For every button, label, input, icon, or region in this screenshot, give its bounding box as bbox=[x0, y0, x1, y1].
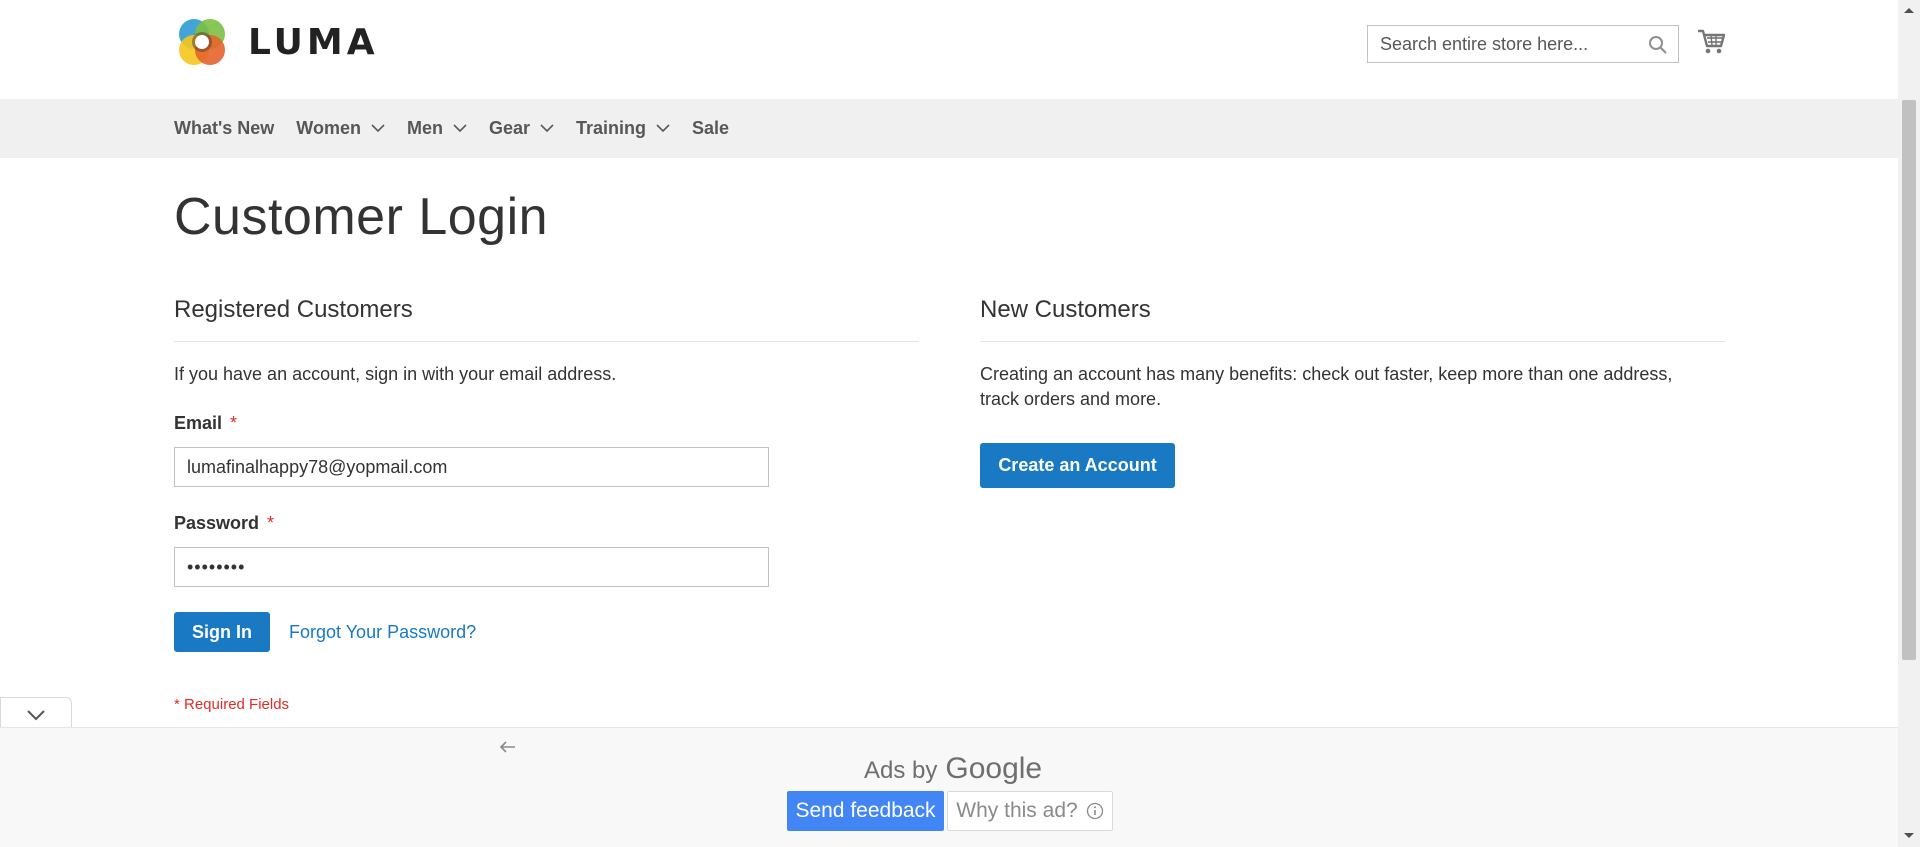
sign-in-button[interactable]: Sign In bbox=[174, 612, 270, 652]
nav-item-label: Women bbox=[296, 118, 361, 138]
nav-item-label: Sale bbox=[692, 118, 730, 138]
create-account-button[interactable]: Create an Account bbox=[980, 443, 1175, 488]
nav-item-label: Gear bbox=[488, 118, 530, 138]
ads-by-text: Ads by bbox=[864, 757, 938, 784]
chevron-down-icon bbox=[27, 710, 45, 721]
cart-icon[interactable] bbox=[1696, 26, 1726, 56]
page-scrollbar[interactable] bbox=[1898, 0, 1920, 847]
new-customers-text-line-1: Creating an account has many benefits: c… bbox=[980, 364, 1673, 384]
info-icon bbox=[1086, 802, 1103, 820]
nav-item-women[interactable]: Women bbox=[296, 118, 385, 139]
back-arrow-icon[interactable] bbox=[498, 740, 516, 754]
email-label-text: Email bbox=[174, 413, 223, 433]
nav-item-label: Men bbox=[406, 118, 443, 138]
required-marker: * bbox=[267, 513, 275, 533]
search-box bbox=[1367, 25, 1679, 63]
main-navigation: What's New Women Men Gear Training Sale bbox=[0, 99, 1898, 158]
scrollbar-thumb[interactable] bbox=[1902, 100, 1916, 660]
divider bbox=[174, 341, 919, 342]
password-label: Password * bbox=[174, 513, 274, 534]
why-this-ad-label: Why this ad? bbox=[956, 799, 1078, 822]
password-label-text: Password bbox=[174, 513, 260, 533]
nav-menu: What's New Women Men Gear Training Sale bbox=[174, 99, 751, 158]
login-intro-text: If you have an account, sign in with you… bbox=[174, 364, 617, 384]
store-logo[interactable]: LUMA bbox=[174, 13, 379, 71]
nav-item-whats-new[interactable]: What's New bbox=[174, 118, 274, 139]
google-wordmark: Google bbox=[945, 752, 1043, 785]
email-field[interactable] bbox=[174, 447, 769, 487]
scroll-down-icon[interactable] bbox=[1903, 832, 1915, 840]
logo-text: LUMA bbox=[248, 21, 379, 63]
password-field[interactable] bbox=[174, 547, 769, 587]
why-this-ad-button[interactable]: Why this ad? bbox=[947, 791, 1113, 831]
chevron-down-icon bbox=[656, 124, 670, 133]
ad-banner: Ads by Google Send feedback Why this ad? bbox=[0, 727, 1898, 847]
page-title: Customer Login bbox=[174, 188, 549, 246]
forgot-password-link[interactable]: Forgot Your Password? bbox=[289, 622, 476, 643]
chevron-down-icon bbox=[540, 124, 554, 133]
scroll-up-icon[interactable] bbox=[1903, 6, 1915, 14]
chevron-down-icon bbox=[453, 124, 467, 133]
send-feedback-button[interactable]: Send feedback bbox=[787, 791, 944, 831]
luma-logo-icon bbox=[179, 19, 225, 65]
required-marker: * bbox=[230, 413, 238, 433]
new-customers-text-line-2: track orders and more. bbox=[980, 389, 1162, 409]
nav-item-label: What's New bbox=[174, 118, 275, 138]
nav-item-men[interactable]: Men bbox=[407, 118, 467, 139]
nav-item-training[interactable]: Training bbox=[576, 118, 670, 139]
search-input[interactable] bbox=[1368, 26, 1650, 62]
nav-item-label: Training bbox=[576, 118, 647, 138]
page-header: LUMA bbox=[0, 0, 1898, 99]
ads-by-google: Ads by Google bbox=[864, 752, 1042, 786]
divider bbox=[980, 341, 1725, 342]
required-fields-note: * Required Fields bbox=[174, 696, 290, 713]
new-customers-title: New Customers bbox=[980, 296, 1151, 323]
nav-item-sale[interactable]: Sale bbox=[692, 118, 729, 139]
ad-collapse-toggle[interactable] bbox=[0, 697, 72, 727]
chevron-down-icon bbox=[371, 124, 385, 133]
registered-customers-title: Registered Customers bbox=[174, 296, 413, 323]
email-label: Email * bbox=[174, 413, 237, 434]
nav-item-gear[interactable]: Gear bbox=[489, 118, 554, 139]
search-icon[interactable] bbox=[1648, 35, 1668, 55]
